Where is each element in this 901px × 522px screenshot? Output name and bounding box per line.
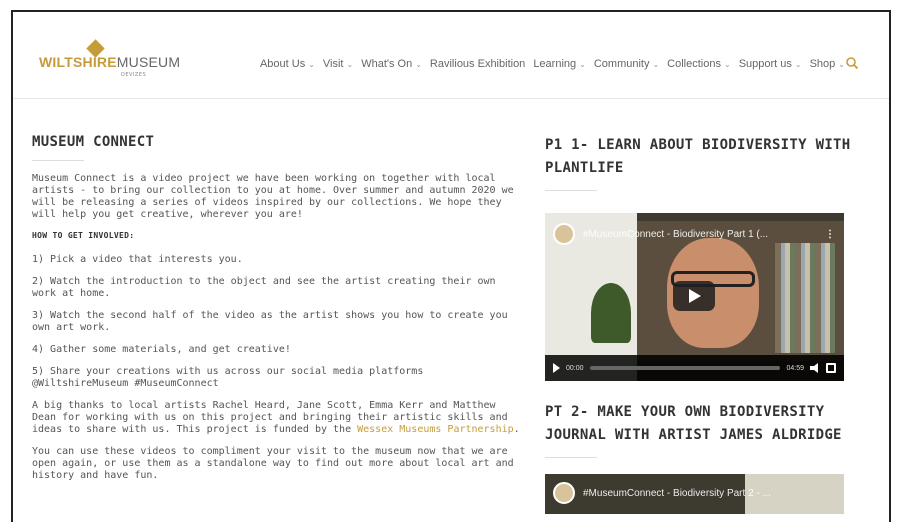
- main-nav: About Us ⌄ Visit ⌄ What's On ⌄ Ravilious Exhib…: [256, 58, 849, 70]
- chevron-down-icon: ⌄: [346, 59, 354, 69]
- nav-item-shop[interactable]: Shop ⌄: [806, 58, 849, 70]
- closing-text: You can use these videos to compliment y…: [32, 446, 514, 481]
- progress-track[interactable]: [589, 366, 781, 370]
- site-header: WILTSHIREMUSEUM DEVIZES About Us ⌄ Visit ⌄ W…: [13, 12, 889, 99]
- nav-item-what-s-on[interactable]: What's On ⌄: [357, 58, 426, 70]
- video-controls: 00:00 04:59: [545, 355, 844, 381]
- channel-avatar[interactable]: [553, 223, 575, 245]
- chevron-down-icon: ⌄: [838, 59, 845, 69]
- part2-title: PT 2- MAKE YOUR OWN BIODIVERSITY JOURNAL…: [545, 404, 842, 443]
- channel-avatar[interactable]: [553, 482, 575, 504]
- chevron-down-icon: ⌄: [579, 59, 586, 69]
- chevron-down-icon: ⌄: [723, 59, 731, 69]
- search-icon[interactable]: [845, 56, 859, 70]
- nav-item-collections[interactable]: Collections ⌄: [663, 58, 735, 70]
- part1-video-title[interactable]: #MuseumConnect - Biodiversity Part 1 (..…: [583, 229, 824, 240]
- time-current: 00:00: [566, 364, 584, 372]
- page-title: MUSEUM CONNECT: [32, 134, 155, 150]
- step-item: 1) Pick a video that interests you.: [32, 254, 243, 265]
- logo-sub: DEVIZES: [121, 72, 147, 78]
- nav-item-community[interactable]: Community ⌄: [590, 58, 663, 70]
- nav-item-visit[interactable]: Visit ⌄: [319, 58, 357, 70]
- play-button[interactable]: [673, 281, 715, 311]
- chevron-down-icon: ⌄: [794, 59, 802, 69]
- step-item: 4) Gather some materials, and get creati…: [32, 344, 291, 355]
- how-to-heading: HOW TO GET INVOLVED:: [32, 231, 135, 240]
- nav-item-about-us[interactable]: About Us ⌄: [256, 58, 319, 70]
- nav-item-support-us[interactable]: Support us ⌄: [735, 58, 806, 70]
- part1-video-player[interactable]: #MuseumConnect - Biodiversity Part 1 (..…: [545, 213, 844, 381]
- step-item: 2) Watch the introduction to the object …: [32, 276, 496, 299]
- bookshelf-image: [775, 243, 835, 353]
- chevron-down-icon: ⌄: [308, 59, 315, 69]
- step-item: 5) Share your creations with us across o…: [32, 366, 424, 389]
- chevron-down-icon: ⌄: [652, 59, 660, 69]
- intro-text: Museum Connect is a video project we hav…: [32, 173, 514, 220]
- part2-video-player[interactable]: #MuseumConnect - Biodiversity Part 2 - .…: [545, 474, 844, 514]
- control-play-icon[interactable]: [553, 363, 560, 373]
- more-options-icon[interactable]: ⋮: [824, 229, 836, 240]
- nav-item-ravilious-exhibition[interactable]: Ravilious Exhibition: [426, 58, 529, 70]
- video-sidebar: P1 1- LEARN ABOUT BIODIVERSITY WITH PLAN…: [545, 134, 855, 514]
- part2-video-title[interactable]: #MuseumConnect - Biodiversity Part 2 - .…: [583, 488, 836, 499]
- thanks-text: A big thanks to local artists Rachel Hea…: [32, 400, 520, 435]
- site-logo[interactable]: WILTSHIREMUSEUM DEVIZES: [39, 39, 189, 82]
- page-frame: WILTSHIREMUSEUM DEVIZES About Us ⌄ Visit ⌄ W…: [11, 10, 891, 522]
- logo-primary: WILTSHIRE: [39, 54, 117, 70]
- step-item: 3) Watch the second half of the video as…: [32, 310, 508, 333]
- plant-image: [591, 283, 631, 343]
- chevron-down-icon: ⌄: [415, 59, 422, 69]
- nav-item-learning[interactable]: Learning ⌄: [529, 58, 590, 70]
- part1-divider: [545, 190, 597, 191]
- steps-list: 1) Pick a video that interests you. 2) Wa…: [32, 254, 524, 390]
- part2-divider: [545, 457, 597, 458]
- main-content: MUSEUM CONNECT Museum Connect is a video…: [32, 134, 524, 492]
- title-divider: [32, 160, 84, 161]
- wessex-museums-link[interactable]: Wessex Museums Partnership: [357, 424, 514, 435]
- fullscreen-icon[interactable]: [826, 363, 836, 373]
- part1-title: P1 1- LEARN ABOUT BIODIVERSITY WITH PLAN…: [545, 137, 851, 176]
- time-total: 04:59: [786, 364, 804, 372]
- volume-icon[interactable]: [810, 363, 818, 373]
- logo-secondary: MUSEUM: [116, 54, 181, 70]
